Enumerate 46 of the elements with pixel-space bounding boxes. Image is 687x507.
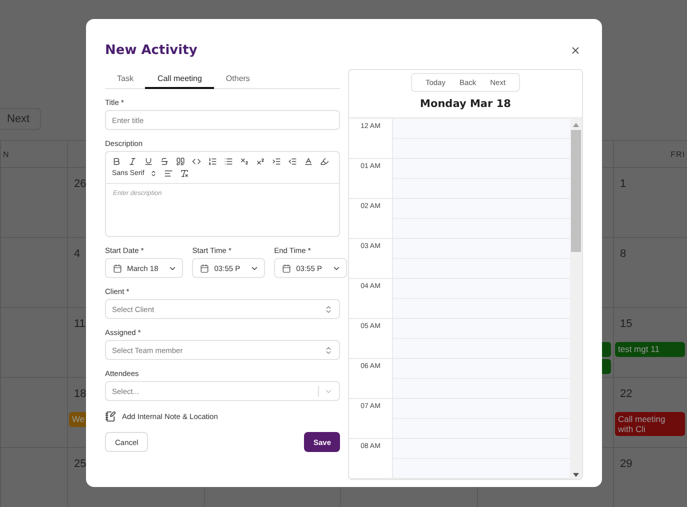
strikethrough-icon[interactable] [160,157,169,166]
up-down-chevron-icon [150,170,158,177]
clear-format-icon[interactable] [180,169,190,178]
day-number: 29 [620,458,632,472]
day-number: 26 [74,178,86,192]
text-color-icon[interactable] [304,157,313,166]
calendar-icon [200,264,210,272]
day-number: 1 [620,178,626,192]
day-number: 15 [620,318,632,332]
scrollbar-thumb[interactable] [571,130,581,252]
day-number: 22 [620,388,632,402]
calendar-icon [113,264,122,272]
outdent-icon[interactable] [288,157,297,166]
day-number: 8 [620,248,626,262]
align-left-icon[interactable] [164,169,174,178]
close-button[interactable] [570,44,581,56]
bold-icon[interactable] [112,157,121,166]
day-number: 11 [74,318,86,332]
scroll-down-icon[interactable] [573,473,579,477]
quote-icon[interactable] [176,157,185,166]
tab[interactable]: Call meeting [145,69,214,89]
ordered-list-icon[interactable] [208,157,217,166]
calendar-icon [282,264,292,272]
code-icon[interactable] [192,157,201,166]
up-down-chevron-icon [324,346,333,354]
underline-icon[interactable] [144,157,153,166]
close-icon [570,44,581,56]
tab[interactable]: Others [214,69,262,89]
tab[interactable]: Task [105,69,146,89]
bullet-list-icon[interactable] [224,157,233,166]
highlight-icon[interactable] [320,157,329,166]
superscript-icon[interactable] [256,157,265,166]
calendar-event[interactable]: Call meeting with Cli [615,412,685,436]
calendar-event[interactable]: test mgt 11 [615,342,685,357]
day-title: Monday Mar 18 [420,98,511,110]
up-down-chevron-icon [324,304,333,314]
day-number: 18 [74,388,86,402]
dialog-title: New Activity [105,42,198,58]
weekday-header: FRI [614,140,687,168]
notebook-icon [105,411,116,422]
indent-icon[interactable] [272,157,281,166]
weekday-header: N [1,140,67,168]
italic-icon[interactable] [128,157,137,166]
subscript-icon[interactable] [240,157,249,166]
day-number: 25 [74,458,86,472]
day-number: 4 [74,248,80,262]
